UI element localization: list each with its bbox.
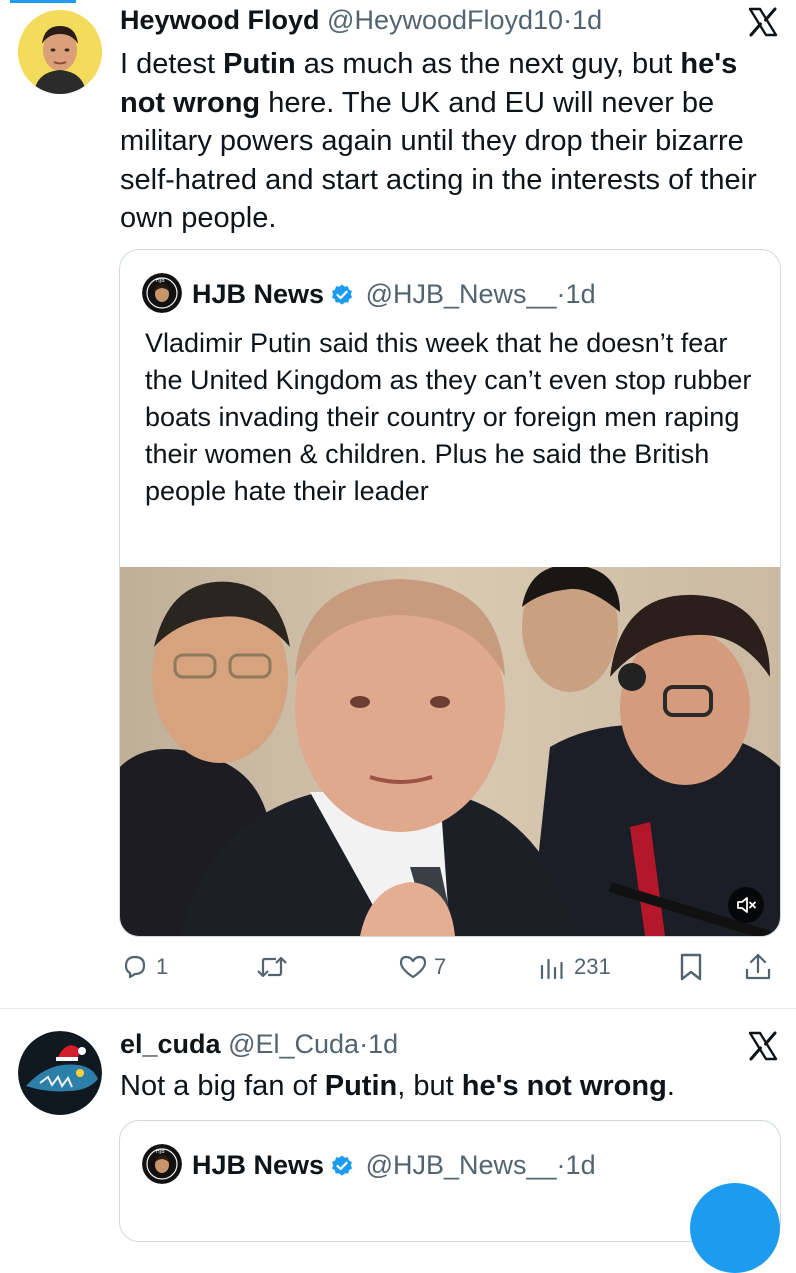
quoted-timestamp[interactable]: 1d bbox=[566, 1150, 596, 1180]
heart-icon bbox=[399, 955, 427, 979]
reply-count: 1 bbox=[156, 954, 169, 979]
views-button[interactable]: 231 bbox=[538, 952, 611, 982]
separator-dot: · bbox=[563, 5, 573, 35]
author-name[interactable]: el_cuda bbox=[120, 1029, 221, 1059]
bookmark-icon bbox=[680, 953, 702, 981]
tweet-header: Heywood Floyd @HeywoodFloyd10·1d bbox=[120, 5, 602, 35]
bookmark-button[interactable] bbox=[678, 952, 704, 982]
avatar-hjb-news[interactable]: HJB bbox=[142, 1144, 182, 1184]
reply-icon bbox=[124, 955, 146, 979]
tweet-text: I detest Putin as much as the next guy, … bbox=[120, 48, 757, 234]
verified-badge-icon bbox=[330, 283, 354, 313]
x-logo-icon bbox=[748, 1031, 778, 1061]
quoted-tweet-card[interactable]: HJB HJB News @HJB_News__·1d bbox=[119, 1120, 781, 1242]
quoted-author-name[interactable]: HJB News bbox=[192, 279, 324, 309]
mute-icon bbox=[737, 897, 756, 913]
quoted-header: HJB News @HJB_News__·1d bbox=[192, 279, 596, 313]
separator-dot: · bbox=[359, 1029, 369, 1059]
avatar-el-cuda[interactable] bbox=[18, 1031, 102, 1115]
x-logo-icon bbox=[748, 7, 778, 37]
compose-fab[interactable] bbox=[690, 1183, 780, 1273]
bold-not-wrong: he's not wrong bbox=[461, 1070, 667, 1102]
author-handle[interactable]: @El_Cuda bbox=[228, 1029, 359, 1059]
quoted-header: HJB News @HJB_News__·1d bbox=[192, 1150, 596, 1184]
like-count: 7 bbox=[434, 954, 447, 979]
share-button[interactable] bbox=[743, 952, 773, 982]
quoted-tweet-card[interactable]: HJB HJB News @HJB_News__·1d Vladimir Put… bbox=[119, 249, 781, 937]
verified-badge-icon bbox=[330, 1154, 354, 1184]
tweet-el-cuda[interactable]: el_cuda @El_Cuda·1d Not a big fan of Put… bbox=[0, 1009, 796, 1242]
avatar-heywood-floyd[interactable] bbox=[18, 10, 102, 94]
views-count: 231 bbox=[574, 954, 611, 979]
tweet-header: el_cuda @El_Cuda·1d bbox=[120, 1029, 398, 1059]
avatar-hjb-news[interactable]: HJB bbox=[142, 273, 182, 313]
quoted-author-name[interactable]: HJB News bbox=[192, 1150, 324, 1180]
retweet-button[interactable] bbox=[255, 952, 295, 982]
video-thumbnail[interactable] bbox=[120, 567, 780, 936]
bold-putin: Putin bbox=[324, 1070, 398, 1102]
share-icon bbox=[745, 953, 771, 980]
retweet-icon bbox=[257, 956, 287, 978]
quoted-timestamp[interactable]: 1d bbox=[566, 279, 596, 309]
quoted-tweet-text: Vladimir Putin said this week that he do… bbox=[145, 328, 752, 506]
quoted-author-handle[interactable]: @HJB_News__ bbox=[366, 1150, 557, 1180]
timestamp[interactable]: 1d bbox=[572, 5, 602, 35]
bold-putin: Putin bbox=[223, 48, 296, 80]
reply-button[interactable]: 1 bbox=[120, 952, 168, 982]
tweet-heywood-floyd[interactable]: Heywood Floyd @HeywoodFloyd10·1d I detes… bbox=[0, 0, 796, 1000]
author-handle[interactable]: @HeywoodFloyd10 bbox=[327, 5, 563, 35]
like-button[interactable]: 7 bbox=[398, 952, 446, 982]
mute-button[interactable] bbox=[728, 887, 764, 923]
quoted-author-handle[interactable]: @HJB_News__ bbox=[366, 279, 557, 309]
views-icon bbox=[540, 958, 563, 980]
separator-dot: · bbox=[556, 279, 566, 309]
svg-text:HJB: HJB bbox=[156, 278, 165, 284]
svg-text:HJB: HJB bbox=[156, 1149, 165, 1155]
separator-dot: · bbox=[556, 1150, 566, 1180]
tweet-text: Not a big fan of Putin, but he's not wro… bbox=[120, 1070, 675, 1102]
tweet-actions: 1 7 231 bbox=[0, 950, 796, 990]
author-name[interactable]: Heywood Floyd bbox=[120, 5, 320, 35]
timestamp[interactable]: 1d bbox=[368, 1029, 398, 1059]
